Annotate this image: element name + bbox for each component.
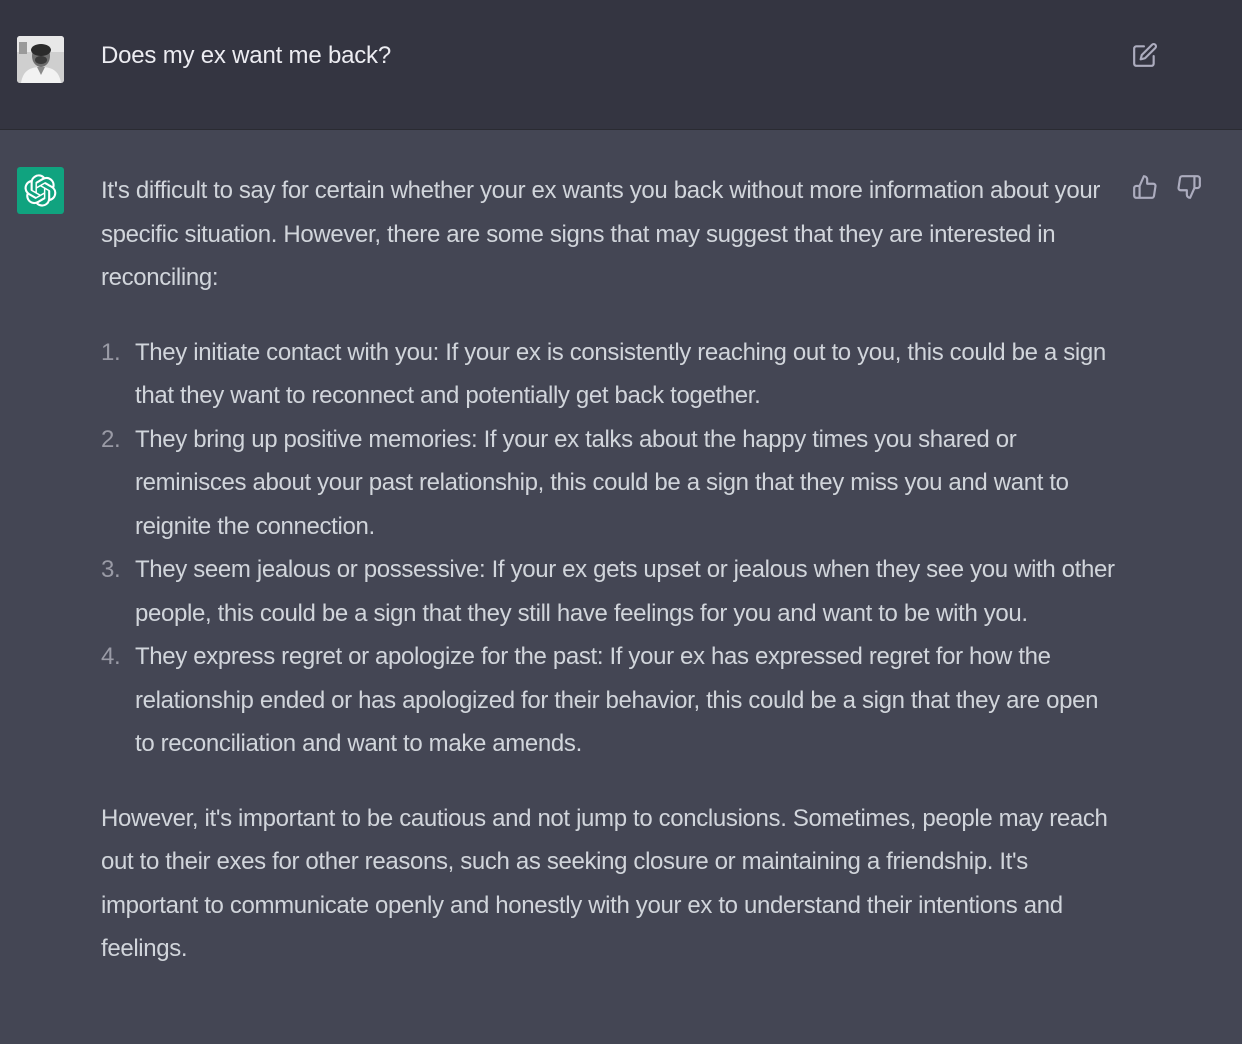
openai-logo-icon xyxy=(24,174,57,207)
list-item-text: They seem jealous or possessive: If your… xyxy=(135,556,1115,627)
list-item-number: 4. xyxy=(101,643,121,670)
list-item-text: They bring up positive memories: If your… xyxy=(135,425,1069,540)
assistant-avatar xyxy=(17,167,64,214)
list-item-text: They initiate contact with you: If your … xyxy=(135,338,1106,410)
user-avatar xyxy=(17,36,64,83)
list-item: 3. They seem jealous or possessive: If y… xyxy=(101,548,1121,635)
thumbs-down-icon xyxy=(1177,175,1201,199)
user-message-text: Does my ex want me back? xyxy=(101,42,391,69)
list-item-number: 2. xyxy=(101,425,121,453)
list-item: 4. They express regret or apologize for … xyxy=(101,635,1121,766)
user-avatar-image xyxy=(17,36,64,83)
list-item-number: 3. xyxy=(101,556,121,583)
list-item-text: They express regret or apologize for the… xyxy=(135,643,1099,757)
list-item: 1. They initiate contact with you: If yo… xyxy=(101,331,1121,418)
thumbs-up-icon xyxy=(1133,175,1157,199)
answer-intro: It's difficult to say for certain whethe… xyxy=(101,177,1100,291)
assistant-message-row: It's difficult to say for certain whethe… xyxy=(0,130,1242,1043)
assistant-message-text: It's difficult to say for certain whethe… xyxy=(101,169,1121,971)
signs-list: 1. They initiate contact with you: If yo… xyxy=(101,331,1121,766)
user-message-row: Does my ex want me back? xyxy=(0,0,1242,130)
answer-conclusion: However, it's important to be cautious a… xyxy=(101,804,1108,963)
thumbs-down-button[interactable] xyxy=(1174,172,1204,202)
edit-message-button[interactable] xyxy=(1130,40,1160,70)
list-item-number: 1. xyxy=(101,338,121,366)
thumbs-up-button[interactable] xyxy=(1130,172,1160,202)
edit-icon xyxy=(1133,43,1157,67)
list-item: 2. They bring up positive memories: If y… xyxy=(101,418,1121,549)
